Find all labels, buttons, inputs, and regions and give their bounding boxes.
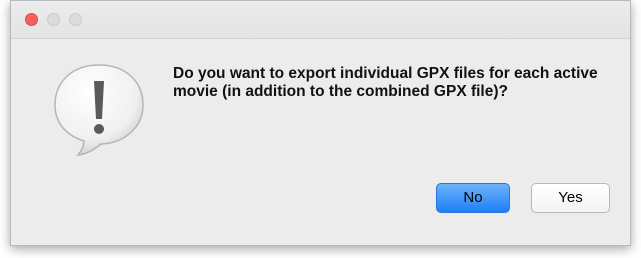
zoom-window-button: [69, 13, 82, 26]
minimize-window-button: [47, 13, 60, 26]
no-button[interactable]: No: [436, 183, 510, 213]
dialog-message: Do you want to export individual GPX fil…: [173, 65, 598, 100]
exclamation-bubble-icon: [54, 64, 144, 156]
alert-dialog: Do you want to export individual GPX fil…: [10, 0, 631, 246]
close-window-button[interactable]: [25, 13, 38, 26]
title-bar: [11, 1, 630, 39]
yes-button[interactable]: Yes: [531, 183, 610, 213]
